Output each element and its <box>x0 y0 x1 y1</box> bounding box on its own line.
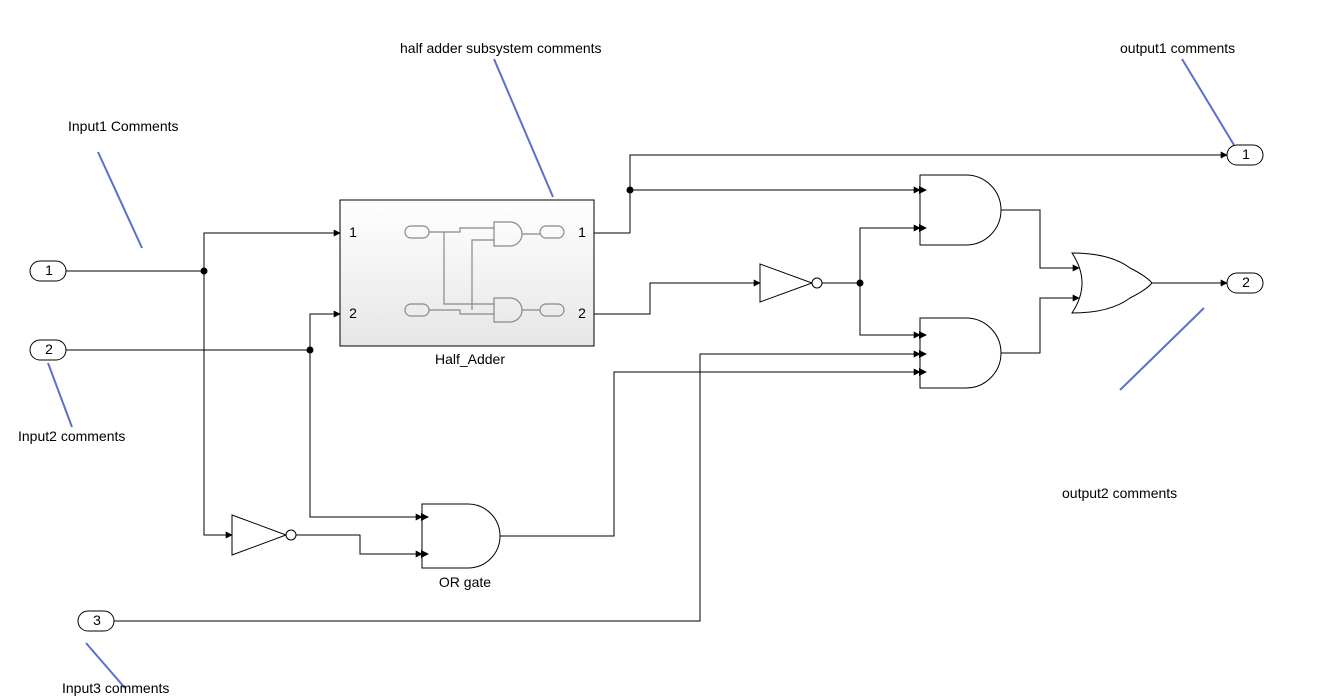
inport-1-number: 1 <box>44 262 54 278</box>
annotation-output1[interactable]: output1 comments <box>1120 40 1235 56</box>
annotation-lines <box>48 59 1234 688</box>
and-gate-top[interactable] <box>920 175 1001 245</box>
annotation-halfadder[interactable]: half adder subsystem comments <box>400 40 602 56</box>
outport-2-number: 2 <box>1241 274 1251 290</box>
and-gate-bottom[interactable] <box>920 318 1001 388</box>
annotation-input3[interactable]: Input3 comments <box>62 680 169 696</box>
annotation-input1[interactable]: Input1 Comments <box>68 118 179 134</box>
annotation-output2[interactable]: output2 comments <box>1062 485 1177 501</box>
inport-2-number: 2 <box>44 341 54 357</box>
subsys-in2-label: 2 <box>348 305 358 321</box>
or-gate-label[interactable]: OR gate <box>430 574 500 590</box>
subsys-in1-label: 1 <box>348 224 358 240</box>
final-or-gate[interactable] <box>1072 253 1152 313</box>
subsys-out2-label: 2 <box>577 305 587 321</box>
half-adder-label[interactable]: Half_Adder <box>430 351 510 367</box>
or-gate-block[interactable] <box>422 504 500 568</box>
inport-3-number: 3 <box>92 612 102 628</box>
not-gate-1[interactable] <box>232 515 296 555</box>
half-adder-subsystem[interactable] <box>340 200 594 346</box>
subsys-out1-label: 1 <box>577 224 587 240</box>
diagram-svg <box>0 0 1335 699</box>
annotation-input2[interactable]: Input2 comments <box>18 428 125 444</box>
not-gate-2[interactable] <box>760 264 822 302</box>
outport-1-number: 1 <box>1241 146 1251 162</box>
diagram-canvas: Input1 Comments Input2 comments Input3 c… <box>0 0 1335 699</box>
